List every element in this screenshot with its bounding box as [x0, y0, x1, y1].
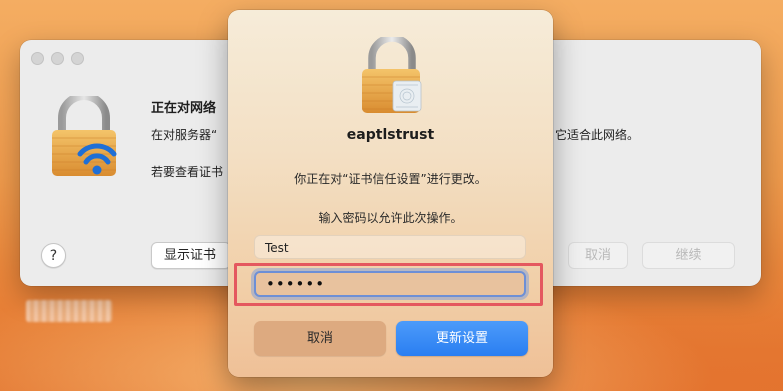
help-button[interactable]: ? [41, 243, 66, 268]
window-title: 正在对网络 [151, 101, 217, 116]
certificate-prompt: 若要查看证书 [151, 165, 224, 179]
zoom-window-button[interactable] [71, 52, 84, 65]
username-field[interactable]: Test [254, 235, 526, 259]
lock-certificate-icon [362, 37, 422, 113]
message-right: 它适合此网络。 [555, 128, 640, 142]
dialog-app-name: eaptlstrust [346, 127, 435, 143]
password-field[interactable]: •••••• [254, 271, 526, 297]
minimize-window-button[interactable] [51, 52, 64, 65]
desktop-icon-label-blurred [26, 300, 112, 322]
show-certificate-button[interactable]: 显示证书 [151, 242, 231, 269]
continue-button[interactable]: 继续 [642, 242, 735, 269]
lock-wifi-icon [52, 96, 117, 176]
update-settings-button[interactable]: 更新设置 [396, 321, 528, 356]
close-window-button[interactable] [31, 52, 44, 65]
cancel-button[interactable]: 取消 [568, 242, 628, 269]
cancel-button[interactable]: 取消 [254, 321, 386, 356]
message-left: 在对服务器“ [151, 128, 218, 142]
password-prompt: 输入密码以允许此次操作。 [318, 211, 463, 225]
authentication-dialog: eaptlstrust 你正在对“证书信任设置”进行更改。 输入密码以允许此次操… [228, 10, 553, 377]
dialog-message: 你正在对“证书信任设置”进行更改。 [294, 172, 487, 186]
